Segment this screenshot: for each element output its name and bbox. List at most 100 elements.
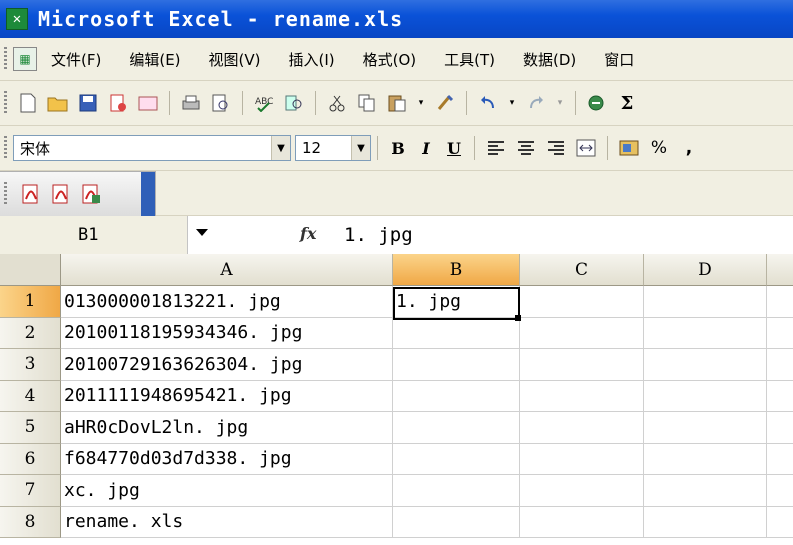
cell-b1[interactable]: 1. jpg xyxy=(393,286,520,318)
row-header[interactable]: 2 xyxy=(0,317,61,349)
workbook-icon[interactable]: ▦ xyxy=(13,47,37,71)
research-icon[interactable] xyxy=(283,92,305,114)
function-icon[interactable]: fx xyxy=(300,224,316,243)
font-name-select[interactable]: 宋体 ▼ xyxy=(13,135,291,161)
align-right-icon[interactable] xyxy=(545,137,567,159)
cell-e2[interactable] xyxy=(767,318,793,349)
toolbar-grip[interactable] xyxy=(4,136,7,160)
cell-c7[interactable] xyxy=(520,475,644,507)
align-center-icon[interactable] xyxy=(515,137,537,159)
comma-style-button[interactable]: , xyxy=(678,137,700,159)
cell-d6[interactable] xyxy=(644,443,767,475)
format-painter-icon[interactable] xyxy=(434,92,456,114)
excel-icon[interactable]: ✕ xyxy=(6,8,28,30)
cell-e5[interactable] xyxy=(767,412,793,444)
cell-a1[interactable]: 013000001813221. jpg xyxy=(61,286,393,318)
toolbar-grip[interactable] xyxy=(4,47,7,71)
column-header-a[interactable]: A xyxy=(61,254,393,286)
cell-b5[interactable] xyxy=(393,412,520,444)
cell-a2[interactable]: 20100118195934346. jpg xyxy=(61,317,393,349)
chevron-down-icon[interactable]: ▼ xyxy=(351,136,370,160)
row-header[interactable]: 8 xyxy=(0,506,61,538)
chevron-down-icon[interactable]: ▾ xyxy=(555,92,565,114)
cell-e3[interactable] xyxy=(767,349,793,381)
print-icon[interactable] xyxy=(180,92,202,114)
cell-b2[interactable] xyxy=(393,317,520,349)
cell-d5[interactable] xyxy=(644,412,767,444)
redo-icon[interactable] xyxy=(525,92,547,114)
cut-icon[interactable] xyxy=(326,92,348,114)
cell-a5[interactable]: aHR0cDovL2ln. jpg xyxy=(61,412,393,444)
cell-e7[interactable] xyxy=(767,475,793,507)
column-header-c[interactable]: C xyxy=(520,254,644,286)
menu-view[interactable]: 视图(V) xyxy=(209,49,261,70)
bold-button[interactable]: B xyxy=(384,135,412,161)
row-header[interactable]: 3 xyxy=(0,349,61,381)
select-all-corner[interactable] xyxy=(0,254,61,286)
cell-c8[interactable] xyxy=(520,506,644,538)
fill-handle[interactable] xyxy=(515,315,521,321)
menu-insert[interactable]: 插入(I) xyxy=(289,49,335,70)
cell-d3[interactable] xyxy=(644,349,767,381)
cell-a8[interactable]: rename. xls xyxy=(61,506,393,538)
column-header-e[interactable] xyxy=(767,254,793,286)
chevron-down-icon[interactable]: ▾ xyxy=(507,92,517,114)
cell-b4[interactable] xyxy=(393,380,520,412)
row-header[interactable]: 1 xyxy=(0,286,61,318)
undo-icon[interactable] xyxy=(477,92,499,114)
open-folder-icon[interactable] xyxy=(47,92,69,114)
cell-c2[interactable] xyxy=(520,317,644,349)
paste-icon[interactable] xyxy=(386,92,408,114)
cell-d4[interactable] xyxy=(644,380,767,412)
hyperlink-icon[interactable] xyxy=(586,92,608,114)
currency-icon[interactable] xyxy=(618,137,640,159)
cell-b3[interactable] xyxy=(393,349,520,381)
cell-e6[interactable] xyxy=(767,444,793,475)
cell-d8[interactable] xyxy=(644,506,767,538)
row-header[interactable]: 4 xyxy=(0,380,61,412)
copy-icon[interactable] xyxy=(356,92,378,114)
email-icon[interactable] xyxy=(137,92,159,114)
cell-b8[interactable] xyxy=(393,506,520,538)
cell-b6[interactable] xyxy=(393,443,520,475)
underline-button[interactable]: U xyxy=(440,135,468,161)
cell-b7[interactable] xyxy=(393,475,520,507)
toolbar-grip[interactable] xyxy=(4,182,7,206)
cell-a6[interactable]: f684770d03d7d338. jpg xyxy=(61,443,393,475)
permission-icon[interactable] xyxy=(107,92,129,114)
sum-icon[interactable]: Σ xyxy=(616,92,638,114)
spelling-icon[interactable]: ABC xyxy=(253,92,275,114)
cell-c4[interactable] xyxy=(520,380,644,412)
menu-file[interactable]: 文件(F) xyxy=(51,49,101,70)
cell-d1[interactable] xyxy=(644,286,767,318)
toolbar-grip[interactable] xyxy=(4,91,7,115)
menu-window[interactable]: 窗口 xyxy=(604,49,634,70)
menu-tools[interactable]: 工具(T) xyxy=(444,49,495,70)
toolbar-options-icon[interactable] xyxy=(141,172,155,216)
cell-d2[interactable] xyxy=(644,317,767,349)
column-header-b[interactable]: B xyxy=(393,254,520,286)
cell-a4[interactable]: 2011111948695421. jpg xyxy=(61,380,393,412)
chevron-down-icon[interactable] xyxy=(196,229,208,236)
column-header-d[interactable]: D xyxy=(644,254,767,286)
save-icon[interactable] xyxy=(77,92,99,114)
print-preview-icon[interactable] xyxy=(210,92,232,114)
cell-d7[interactable] xyxy=(644,475,767,507)
align-left-icon[interactable] xyxy=(485,137,507,159)
cell-a7[interactable]: xc. jpg xyxy=(61,475,393,507)
cell-c1[interactable] xyxy=(520,286,644,318)
cell-e1[interactable] xyxy=(767,286,793,318)
cell-c3[interactable] xyxy=(520,349,644,381)
row-header[interactable]: 6 xyxy=(0,443,61,475)
menu-edit[interactable]: 编辑(E) xyxy=(129,49,180,70)
cell-e4[interactable] xyxy=(767,381,793,412)
formula-input[interactable]: 1. jpg xyxy=(344,224,413,246)
row-header[interactable]: 7 xyxy=(0,475,61,507)
percent-button[interactable]: % xyxy=(648,137,670,159)
cell-c5[interactable] xyxy=(520,412,644,444)
cell-c6[interactable] xyxy=(520,443,644,475)
pdf-review-icon[interactable] xyxy=(79,182,103,206)
chevron-down-icon[interactable]: ▼ xyxy=(271,136,290,160)
pdf-convert-icon[interactable] xyxy=(19,182,43,206)
chevron-down-icon[interactable]: ▾ xyxy=(416,92,426,114)
